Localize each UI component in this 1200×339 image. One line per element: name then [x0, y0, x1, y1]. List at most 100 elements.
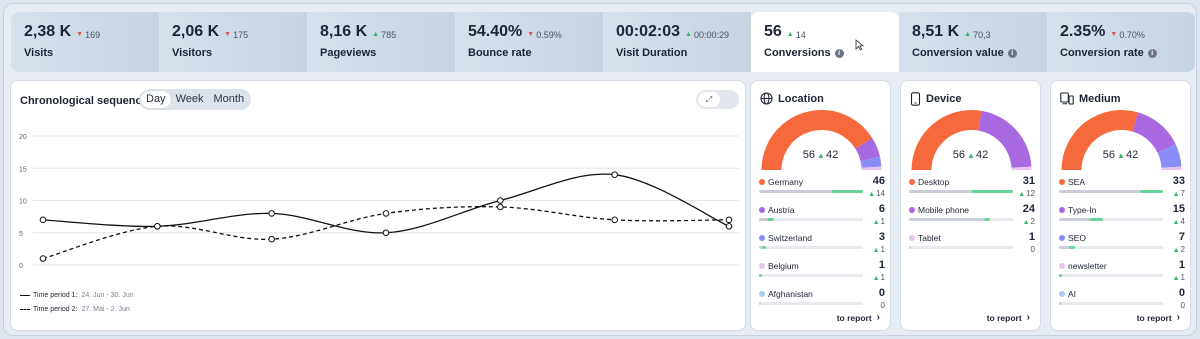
progress-bar-change: [983, 218, 991, 221]
item-value: 3: [878, 231, 885, 243]
item-label: AI: [1068, 289, 1077, 299]
progress-bar-previous: [1059, 218, 1091, 221]
legend-label: Time period 2:: [33, 306, 78, 313]
kpi-delta: ▼ 175: [224, 30, 248, 40]
info-icon[interactable]: i: [834, 48, 844, 58]
progress-bar-previous: [1059, 190, 1141, 193]
list-item[interactable]: Germany 46 ▲14: [759, 175, 885, 204]
series-line-1: [42, 173, 730, 234]
progress-bar-change: [762, 246, 767, 249]
dashboard-frame: 2,38 K ▼ 169 Visits 2,06 K ▼ 175 Visitors 8,…: [3, 3, 1197, 336]
list-item[interactable]: Austria 6 ▲1: [759, 203, 885, 232]
to-report-link[interactable]: to report ›: [1137, 312, 1180, 323]
list-item[interactable]: SEO 7 ▲2: [1059, 231, 1185, 260]
kpi-bounce-rate[interactable]: 54.40% ▼ 0.59% Bounce rate: [455, 12, 603, 72]
triangle-up-icon: ▲: [1172, 275, 1180, 282]
kpi-visitors[interactable]: 2,06 K ▼ 175 Visitors: [159, 12, 307, 72]
item-delta: 0: [881, 301, 885, 310]
y-tick-label: 0: [19, 263, 23, 270]
list-item[interactable]: Mobile phone 24 ▲2: [909, 203, 1035, 232]
progress-bar-change: [767, 218, 774, 221]
data-point-series-2: [39, 255, 47, 262]
globe-icon: [760, 92, 773, 105]
kpi-conversion-value[interactable]: 8,51 K ▲ 70,3 Conversion value i: [899, 12, 1047, 72]
kpi-conversions[interactable]: 56 ▲ 14 Conversions i: [751, 12, 899, 72]
triangle-up-icon: ▲: [1018, 191, 1026, 198]
kpi-delta-value: 00:00:29: [693, 29, 730, 40]
kpi-visits[interactable]: 2,38 K ▼ 169 Visits: [11, 12, 159, 72]
kpi-delta: ▲ 70,3: [964, 30, 990, 40]
item-label: Germany: [768, 177, 803, 187]
item-delta-value: 12: [1026, 189, 1035, 198]
data-point-series-2: [154, 223, 161, 230]
item-delta-value: 0: [880, 301, 885, 310]
card-title: Location: [778, 92, 824, 105]
kpi-visit-duration[interactable]: 00:02:03 ▲ 00:00:29 Visit Duration: [603, 12, 751, 72]
item-value: 31: [1022, 175, 1035, 187]
progress-bar-previous: [1059, 302, 1062, 305]
kpi-pageviews[interactable]: 8,16 K ▲ 785 Pageviews: [307, 12, 455, 72]
item-label: Tablet: [918, 233, 941, 243]
chevron-right-icon: ›: [1026, 312, 1030, 323]
card-header: Device: [910, 92, 961, 106]
data-point-series-2: [268, 235, 275, 243]
item-delta-value: 7: [1180, 189, 1185, 198]
item-delta-value: 4: [1180, 217, 1185, 226]
item-delta: ▲1: [873, 217, 885, 226]
legend-dates: 27. Mai - 2. Jun: [81, 306, 130, 313]
data-point-series-2: [725, 216, 733, 224]
card-title: Device: [926, 93, 962, 105]
kpi-delta-value: 785: [381, 29, 397, 40]
triangle-up-icon: ▲: [964, 31, 972, 38]
info-icon[interactable]: i: [1147, 48, 1157, 58]
location-list: Germany 46 ▲14 Austria 6 ▲1 Switzerland 3 ▲1 Belg…: [759, 175, 885, 316]
donut-total: 56: [952, 149, 966, 161]
item-delta-value: 1: [880, 273, 885, 282]
list-item[interactable]: SEA 33 ▲7: [1059, 175, 1185, 204]
list-item[interactable]: Type-In 15 ▲4: [1059, 203, 1185, 232]
kpi-delta-value: 70,3: [973, 29, 991, 40]
kpi-delta-value: 0.70%: [1119, 29, 1145, 40]
list-item[interactable]: Desktop 31 ▲12: [909, 175, 1035, 204]
progress-bar-change: [971, 190, 1013, 193]
item-value: 0: [1178, 287, 1185, 299]
item-delta: ▲2: [1173, 245, 1185, 254]
to-report-link[interactable]: to report ›: [837, 312, 880, 323]
kpi-value: 00:02:03: [616, 23, 681, 40]
legend-dates: 24. Jun - 30. Jun: [81, 292, 134, 299]
card-title: Medium: [1079, 92, 1121, 105]
info-icon[interactable]: i: [1007, 48, 1017, 58]
card-header: Medium: [1060, 92, 1121, 105]
item-value: 15: [1172, 203, 1185, 215]
kpi-delta-value: 175: [233, 29, 249, 40]
item-label: newsletter: [1068, 261, 1107, 271]
progress-bar: [1059, 302, 1163, 305]
item-value: 0: [878, 287, 885, 299]
kpi-conversion-rate[interactable]: 2.35% ▼ 0.70% Conversion rate i: [1047, 12, 1195, 72]
triangle-down-icon: ▼: [224, 31, 232, 38]
data-point-series-1: [611, 171, 618, 178]
item-delta-value: 2: [1180, 245, 1185, 254]
kpi-delta: ▲ 00:00:29: [685, 30, 729, 40]
kpi-value: 8,16 K: [320, 23, 368, 40]
progress-bar-previous: [759, 218, 768, 221]
item-label: Belgium: [768, 261, 799, 271]
list-item[interactable]: newsletter 1 ▲1: [1059, 259, 1185, 288]
list-item[interactable]: Belgium 1 ▲1: [759, 259, 885, 288]
list-item[interactable]: Tablet 1 0: [909, 231, 1035, 260]
data-point-series-1: [268, 210, 275, 217]
item-delta-value: 1: [1180, 273, 1185, 282]
list-item[interactable]: Switzerland 3 ▲1: [759, 231, 885, 260]
legend-dot: [909, 235, 915, 241]
kpi-delta-value: 169: [85, 29, 101, 40]
medium-list: SEA 33 ▲7 Type-In 15 ▲4 SEO 7 ▲2 newsletter 1 ▲1 AI 0…: [1059, 175, 1185, 316]
item-value: 1: [1178, 259, 1185, 271]
data-point-series-1: [382, 229, 390, 237]
item-value: 7: [1178, 231, 1185, 243]
legend-dashed-line: [20, 309, 30, 310]
triangle-down-icon: ▼: [527, 31, 535, 38]
legend-dot: [1059, 207, 1065, 213]
item-delta-value: 0: [1180, 301, 1185, 310]
to-report-link[interactable]: to report ›: [987, 312, 1030, 323]
kpi-delta: ▼ 169: [76, 30, 100, 40]
